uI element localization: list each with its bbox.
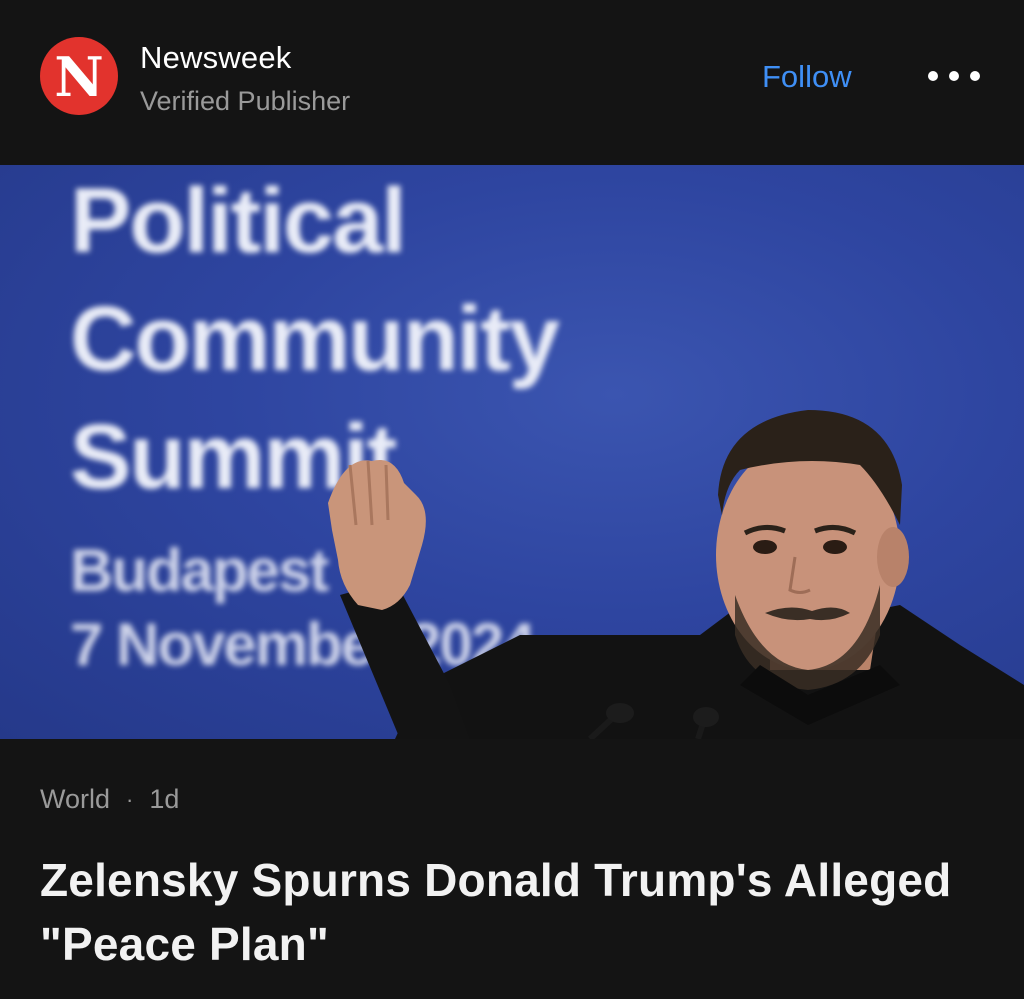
publisher-verified-label: Verified Publisher bbox=[140, 86, 351, 116]
speaker-illustration bbox=[328, 410, 1024, 739]
more-dot bbox=[970, 71, 980, 81]
more-options-icon[interactable] bbox=[928, 64, 980, 88]
article-age: 1d bbox=[149, 784, 180, 814]
article-category[interactable]: World bbox=[40, 784, 110, 815]
follow-button[interactable]: Follow bbox=[762, 59, 852, 95]
more-dot bbox=[949, 71, 959, 81]
more-dot bbox=[928, 71, 938, 81]
article-meta: World · 1d bbox=[40, 784, 179, 815]
publisher-header: N Newsweek Verified Publisher Follow bbox=[0, 0, 1024, 165]
news-card[interactable]: N Newsweek Verified Publisher Follow Pol… bbox=[0, 0, 1024, 999]
meta-separator: · bbox=[126, 786, 134, 812]
publisher-logo[interactable]: N bbox=[40, 37, 118, 115]
speaker-hand bbox=[328, 459, 426, 610]
article-headline[interactable]: Zelensky Spurns Donald Trump's Alleged "… bbox=[40, 848, 980, 976]
article-hero-image[interactable]: Political Community Summit Budapest 7 No… bbox=[0, 165, 1024, 739]
publisher-name[interactable]: Newsweek bbox=[140, 40, 291, 76]
logo-letter: N bbox=[54, 45, 104, 109]
